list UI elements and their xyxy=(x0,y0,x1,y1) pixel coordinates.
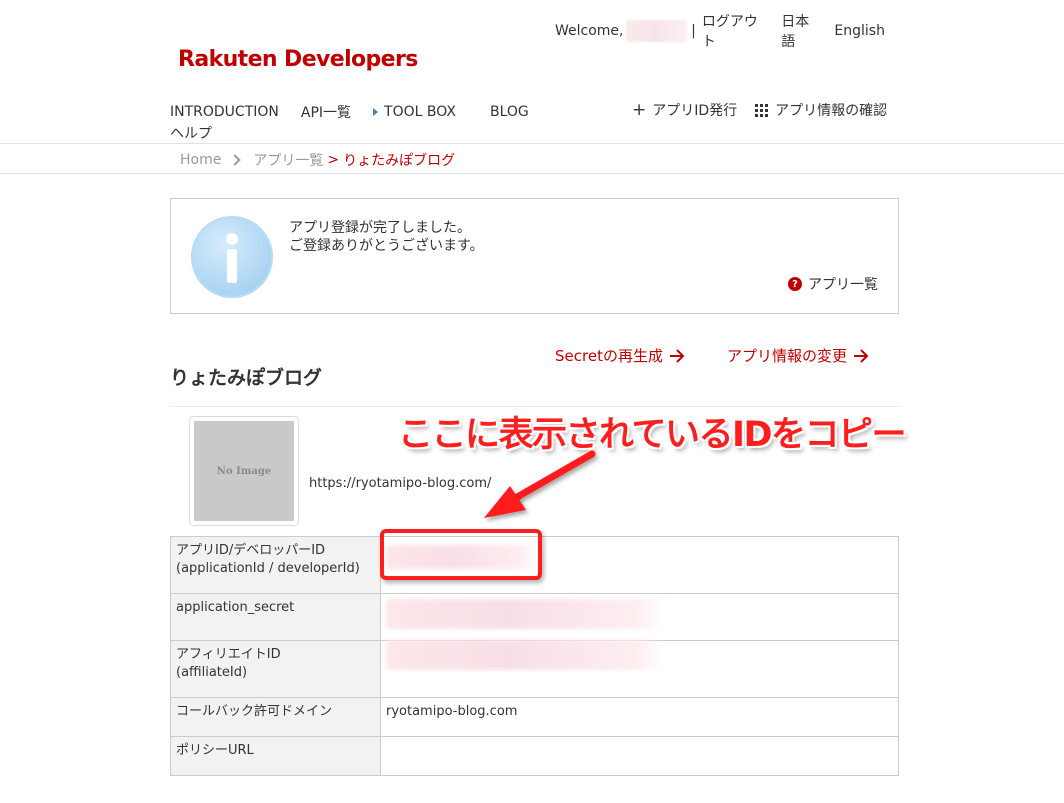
row-label: コールバック許可ドメイン xyxy=(176,704,333,719)
table-label-cell: ポリシーURL xyxy=(170,736,381,776)
breadcrumb-separator: > xyxy=(327,152,340,168)
logout-link[interactable]: ログアウト xyxy=(702,11,767,51)
row-label: アプリID/デベロッパーID xyxy=(176,543,326,558)
nav-tool-box[interactable]: TOOL BOX xyxy=(373,104,456,120)
change-app-info-link[interactable]: アプリ情報の変更 xyxy=(727,345,869,366)
app-thumbnail: No Image xyxy=(189,416,299,526)
blurred-value xyxy=(386,640,664,670)
notice-message: アプリ登録が完了しました。 ご登録ありがとうございます。 xyxy=(289,219,484,255)
plus-icon: + xyxy=(632,99,647,120)
app-url-link[interactable]: https://ryotamipo-blog.com/ xyxy=(309,476,491,491)
table-row: コールバック許可ドメイン ryotamipo-blog.com xyxy=(170,697,899,737)
breadcrumb: Home アプリ一覧 > りょたみぽブログ xyxy=(180,150,455,170)
separator: | xyxy=(691,23,696,39)
triangle-right-icon xyxy=(373,108,379,116)
blurred-username xyxy=(625,20,688,42)
app-info-link[interactable]: アプリ情報の確認 xyxy=(775,100,887,120)
annotation-highlight-box xyxy=(380,529,542,580)
policy-url-value[interactable] xyxy=(380,736,899,776)
table-label-cell: コールバック許可ドメイン xyxy=(170,697,381,737)
registration-notice: アプリ登録が完了しました。 ご登録ありがとうございます。 ? アプリ一覧 xyxy=(170,198,899,314)
grid-icon xyxy=(755,103,769,117)
notice-line-1: アプリ登録が完了しました。 xyxy=(289,220,471,236)
breadcrumb-app-list[interactable]: アプリ一覧 xyxy=(253,150,323,170)
regenerate-secret-link[interactable]: Secretの再生成 xyxy=(555,345,685,366)
row-label: アフィリエイトID xyxy=(176,647,281,662)
breadcrumb-bar: Home アプリ一覧 > りょたみぽブログ xyxy=(0,143,1064,174)
notice-line-2: ご登録ありがとうございます。 xyxy=(289,238,484,254)
user-bar: Welcome, | ログアウト 日本語 English xyxy=(555,14,885,50)
table-row: アフィリエイトID (affiliateId) xyxy=(170,640,899,698)
blurred-value xyxy=(386,599,664,629)
table-label-cell: application_secret xyxy=(170,593,381,641)
table-label-cell: アプリID/デベロッパーID (applicationId / develope… xyxy=(170,536,381,594)
table-label-cell: アフィリエイトID (affiliateId) xyxy=(170,640,381,698)
arrow-right-icon xyxy=(669,348,685,363)
issue-app-id-link[interactable]: アプリID発行 xyxy=(652,100,737,120)
arrow-right-icon xyxy=(853,348,869,363)
welcome-text: Welcome, xyxy=(555,23,624,39)
breadcrumb-current: りょたみぽブログ xyxy=(343,153,456,169)
nav-introduction[interactable]: INTRODUCTION xyxy=(170,104,279,120)
table-row: ポリシーURL xyxy=(170,736,899,776)
notice-app-list-link[interactable]: ? アプリ一覧 xyxy=(788,274,878,294)
table-row: application_secret xyxy=(170,593,899,641)
rakuten-developers-logo[interactable]: Rakuten Developers xyxy=(178,47,418,72)
nav-right: + アプリID発行 アプリ情報の確認 xyxy=(632,100,887,120)
notice-link-label: アプリ一覧 xyxy=(808,277,878,293)
change-app-info-label: アプリ情報の変更 xyxy=(726,347,847,365)
annotation-arrow-icon xyxy=(484,450,596,518)
nav-tool-box-label: TOOL BOX xyxy=(384,104,456,120)
regenerate-secret-label: Secretの再生成 xyxy=(555,347,663,365)
lang-en-link[interactable]: English xyxy=(834,23,885,39)
application-secret-value[interactable] xyxy=(380,593,899,641)
breadcrumb-home[interactable]: Home xyxy=(180,152,221,168)
row-label: application_secret xyxy=(176,600,295,615)
question-circle-icon: ? xyxy=(788,277,802,291)
nav-blog[interactable]: BLOG xyxy=(490,104,529,120)
row-sublabel: (affiliateId) xyxy=(176,665,248,680)
callback-domain-value[interactable]: ryotamipo-blog.com xyxy=(380,697,899,737)
nav-help[interactable]: ヘルプ xyxy=(170,126,212,142)
no-image-placeholder: No Image xyxy=(194,421,294,521)
lang-ja-link[interactable]: 日本語 xyxy=(781,11,820,51)
affiliate-id-value[interactable] xyxy=(380,640,899,698)
chevron-right-icon xyxy=(229,154,242,166)
main-nav: INTRODUCTION API一覧 TOOL BOX BLOG ヘルプ xyxy=(170,102,540,142)
info-icon xyxy=(191,216,273,298)
row-label: ポリシーURL xyxy=(176,743,254,758)
app-actions: Secretの再生成 アプリ情報の変更 xyxy=(555,345,869,366)
nav-api-list[interactable]: API一覧 xyxy=(301,102,351,122)
app-title: りょたみぽブログ xyxy=(170,367,323,389)
row-sublabel: (applicationId / developerId) xyxy=(176,561,360,576)
